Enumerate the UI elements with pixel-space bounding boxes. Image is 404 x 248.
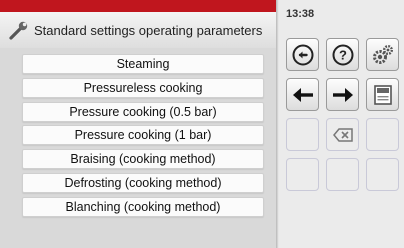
settings-button[interactable]: [366, 38, 399, 71]
save-disk-icon: [372, 84, 394, 106]
backspace-button: [326, 118, 359, 151]
backspace-icon: [332, 127, 354, 143]
back-circle-icon: [292, 44, 314, 66]
keypad-blank-1: [286, 118, 319, 151]
help-button[interactable]: ?: [326, 38, 359, 71]
back-button[interactable]: [286, 38, 319, 71]
settings-gears-icon: [371, 43, 395, 67]
arrow-left-icon: [291, 85, 315, 105]
title-bar: Standard settings operating parameters: [0, 12, 278, 48]
clock: 13:38: [286, 8, 315, 20]
wrench-icon: [6, 17, 32, 43]
keypad-blank-4: [326, 158, 359, 191]
help-icon: ?: [332, 44, 354, 66]
keypad-blank-5: [366, 158, 399, 191]
arrow-right-icon: [331, 85, 355, 105]
svg-text:?: ?: [339, 47, 347, 62]
list-item-steaming[interactable]: Steaming: [22, 54, 264, 74]
list-item-pressure-cooking-1[interactable]: Pressure cooking (1 bar): [22, 125, 264, 146]
previous-button[interactable]: [286, 78, 319, 111]
list-item-defrosting[interactable]: Defrosting (cooking method): [22, 172, 264, 193]
keypad-blank-3: [286, 158, 319, 191]
next-button[interactable]: [326, 78, 359, 111]
control-panel: 13:38 ?: [279, 0, 404, 248]
accent-bar: [0, 0, 278, 12]
page-title: Standard settings operating parameters: [34, 22, 263, 38]
list-item-blanching[interactable]: Blanching (cooking method): [22, 196, 264, 217]
parameter-list: Steaming Pressureless cooking Pressure c…: [22, 54, 264, 221]
keypad-blank-2: [366, 118, 399, 151]
list-item-braising[interactable]: Braising (cooking method): [22, 149, 264, 170]
save-button[interactable]: [366, 78, 399, 111]
list-item-pressureless-cooking[interactable]: Pressureless cooking: [22, 77, 264, 98]
left-panel: Standard settings operating parameters S…: [0, 0, 278, 248]
list-item-pressure-cooking-0-5[interactable]: Pressure cooking (0.5 bar): [22, 101, 264, 122]
